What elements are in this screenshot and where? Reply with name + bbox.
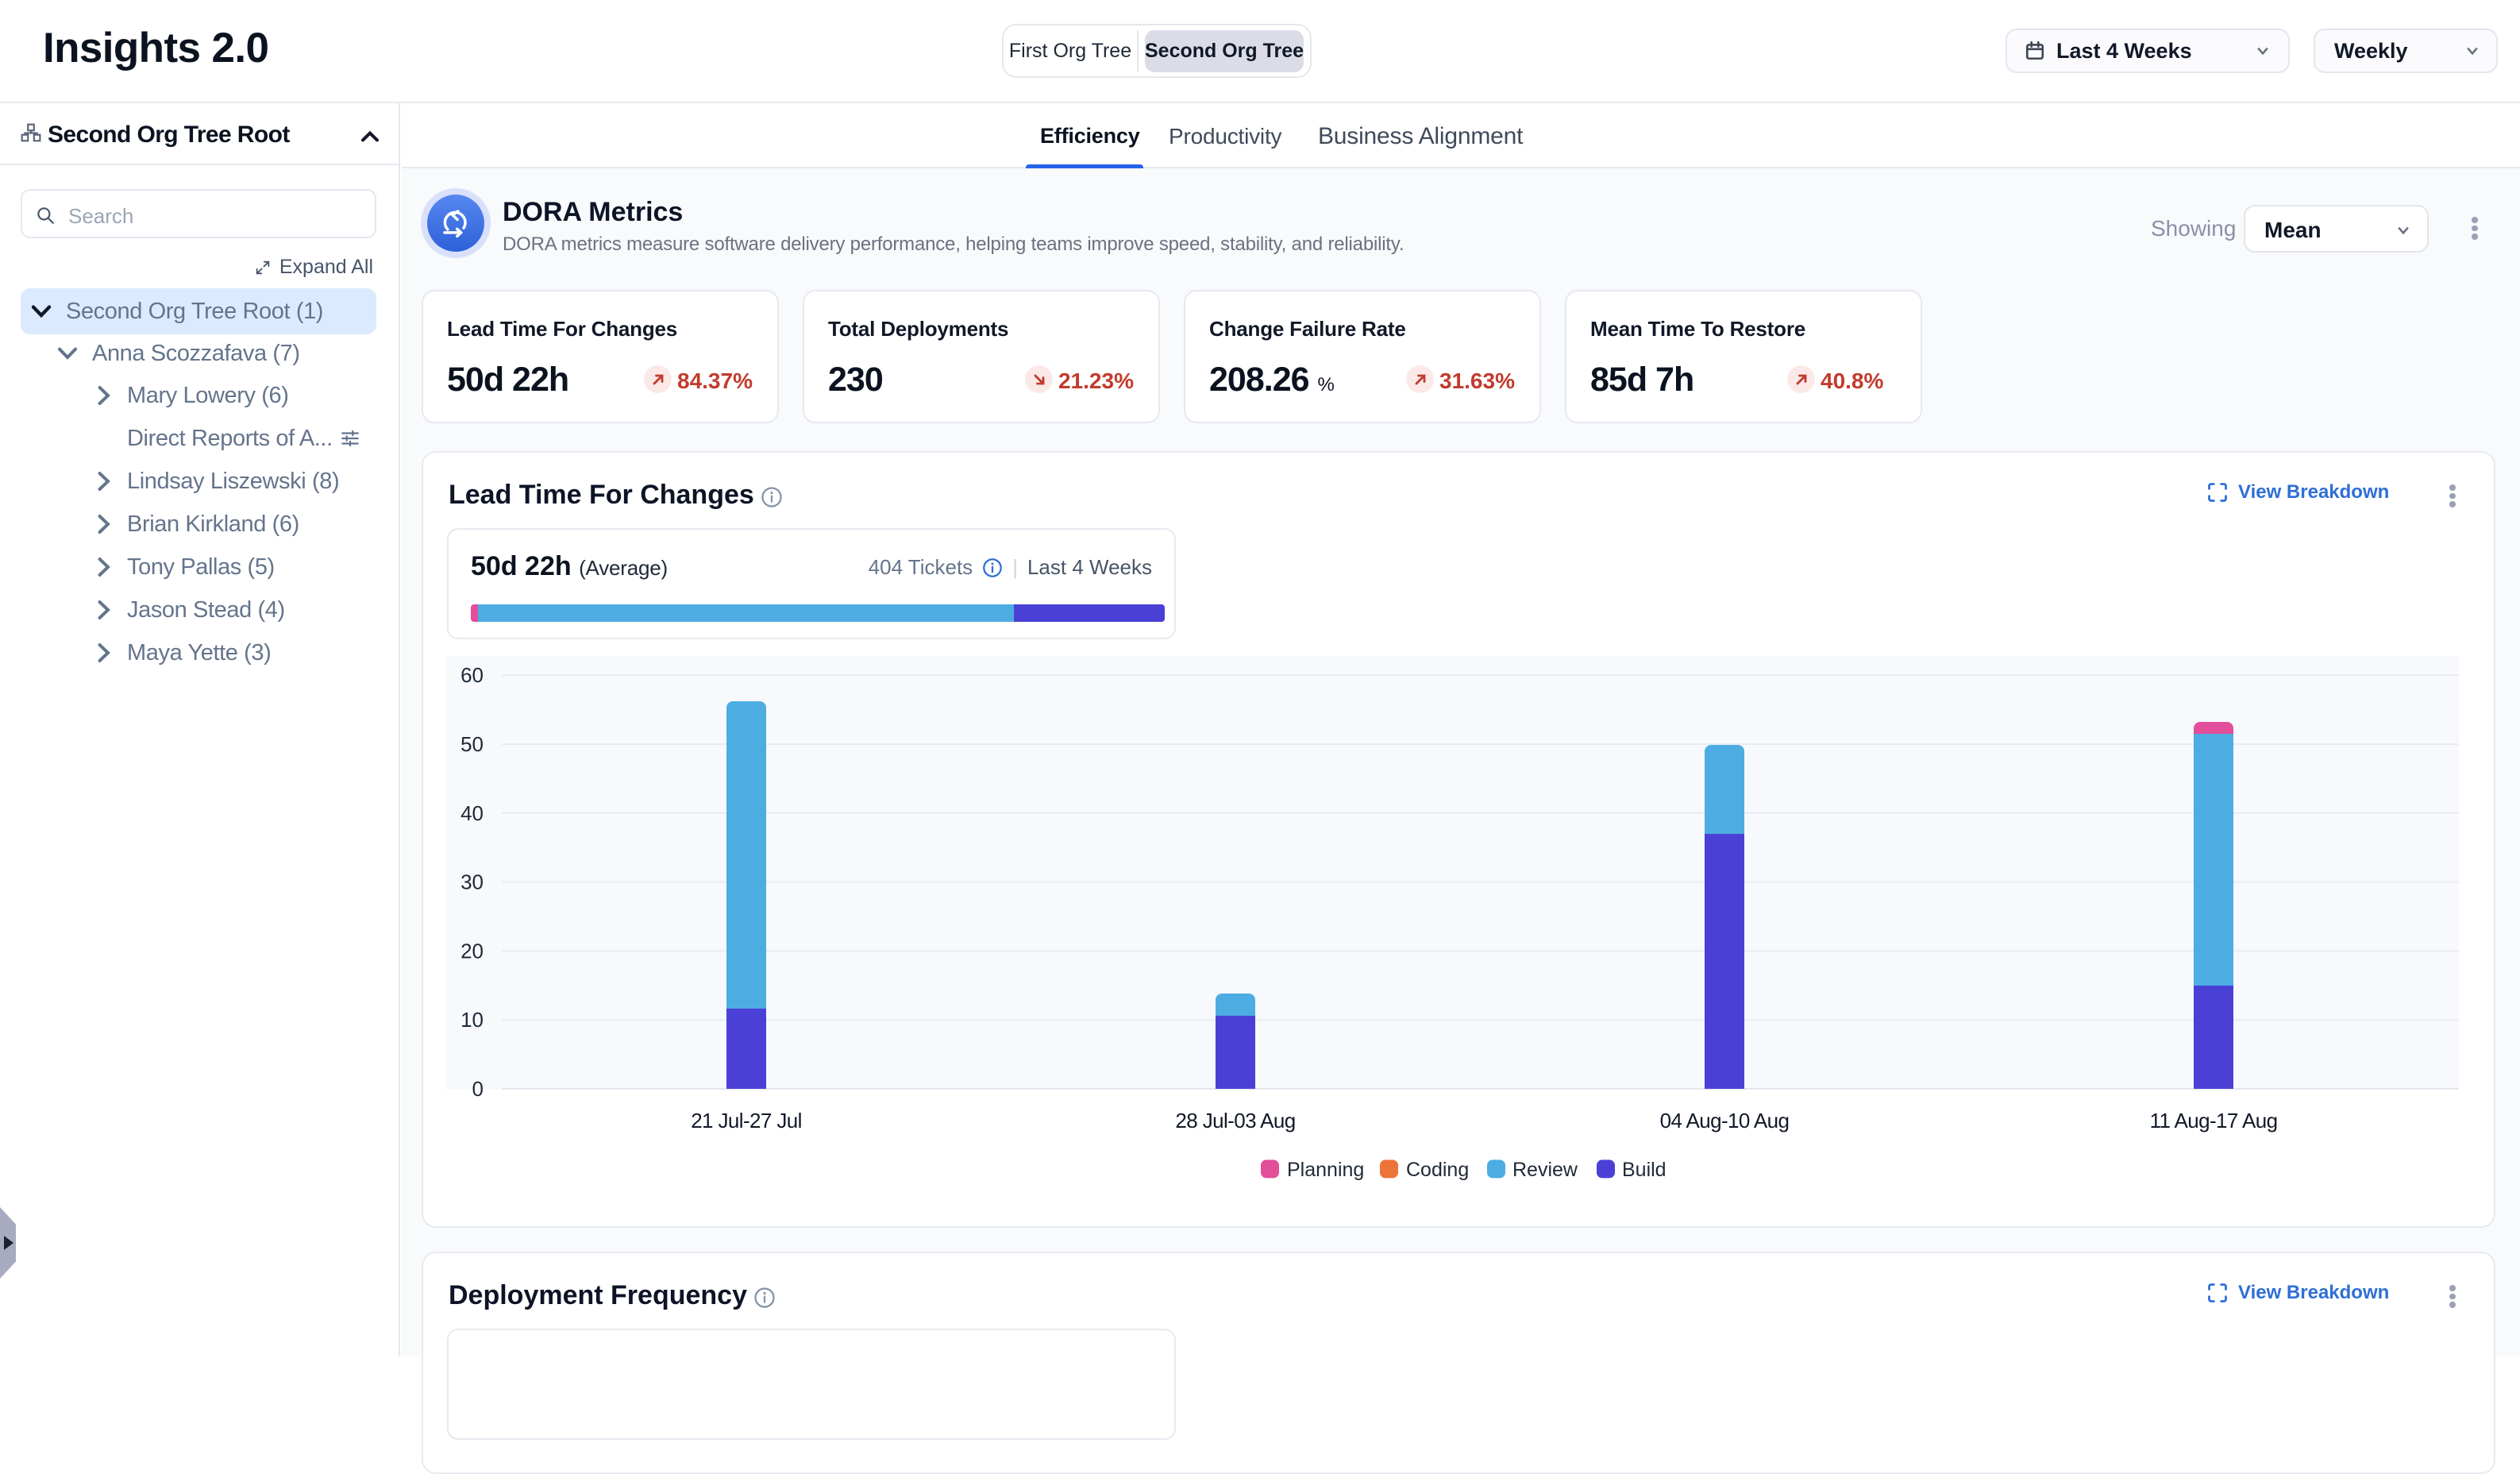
svg-text:Coding: Coding <box>1406 1159 1469 1181</box>
svg-text:28 Jul-03 Aug: 28 Jul-03 Aug <box>1175 1109 1295 1133</box>
svg-text:21 Jul-27 Jul: 21 Jul-27 Jul <box>691 1109 802 1133</box>
svg-text:30: 30 <box>460 870 484 894</box>
svg-text:11 Aug-17 Aug: 11 Aug-17 Aug <box>2150 1109 2278 1133</box>
svg-text:40: 40 <box>460 801 484 825</box>
svg-text:04 Aug-10 Aug: 04 Aug-10 Aug <box>1660 1109 1790 1133</box>
svg-text:60: 60 <box>460 663 484 687</box>
svg-text:Build: Build <box>1622 1159 1667 1181</box>
svg-text:Planning: Planning <box>1287 1159 1364 1181</box>
svg-text:10: 10 <box>460 1008 484 1032</box>
svg-text:0: 0 <box>472 1077 484 1101</box>
svg-text:20: 20 <box>460 939 484 963</box>
svg-text:Review: Review <box>1512 1159 1578 1181</box>
svg-text:50: 50 <box>460 732 484 756</box>
